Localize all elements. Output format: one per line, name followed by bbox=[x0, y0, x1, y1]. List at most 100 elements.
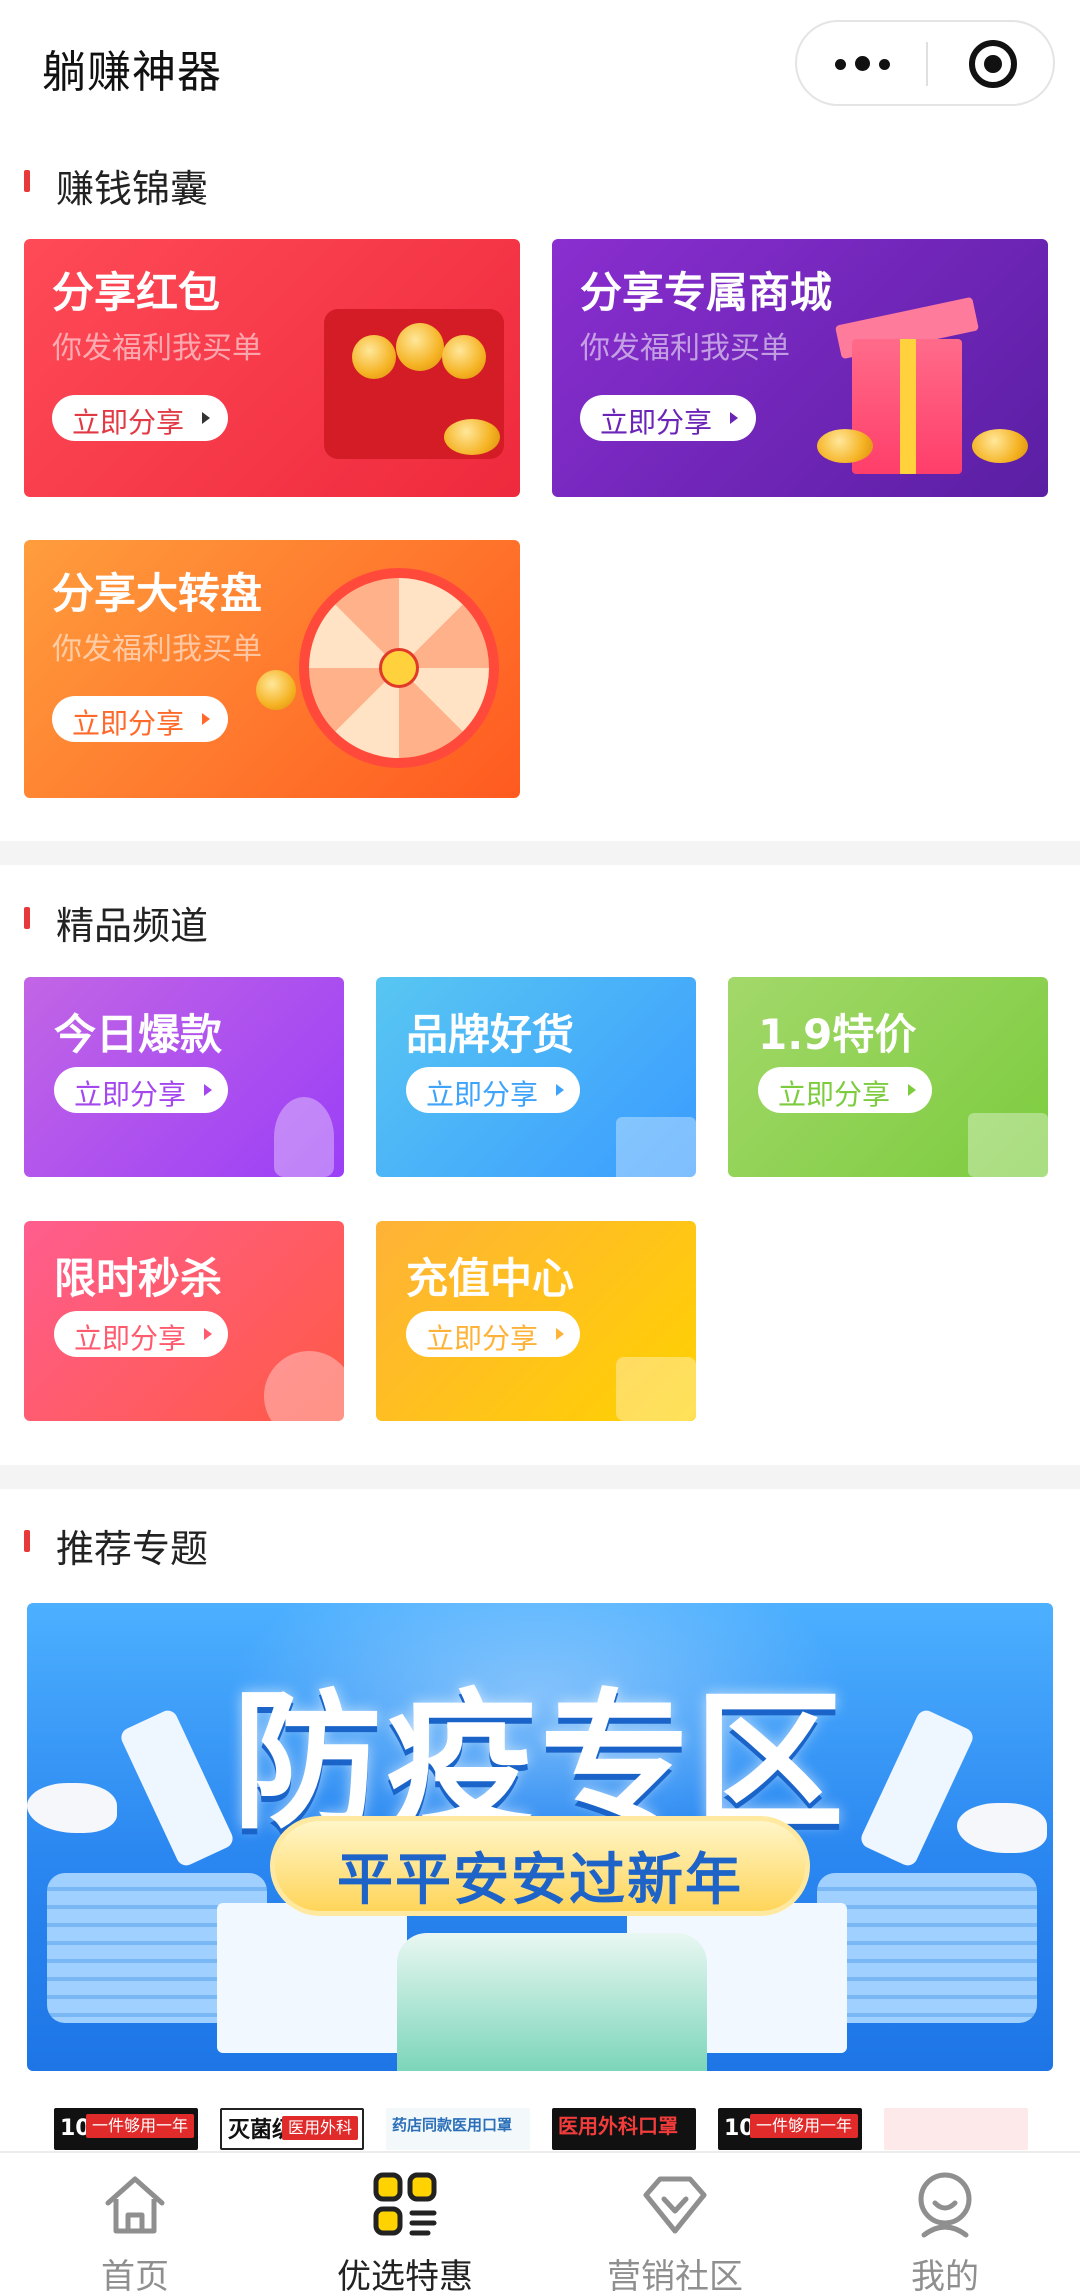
caret-right-icon bbox=[730, 412, 738, 424]
caret-right-icon bbox=[204, 1084, 212, 1096]
share-exclusive-mall-card[interactable]: 分享专属商城 你发福利我买单 立即分享 bbox=[552, 239, 1048, 497]
close-mini-program-icon[interactable] bbox=[969, 40, 1017, 88]
thumbnail-tag: 一件够用一年 bbox=[85, 2114, 194, 2138]
app-title: 躺赚神器 bbox=[42, 47, 222, 98]
card-subtitle: 你发福利我买单 bbox=[52, 331, 262, 366]
caret-right-icon bbox=[556, 1084, 564, 1096]
button-label: 立即分享 bbox=[74, 1078, 187, 1111]
channel-card-hot-today[interactable]: 今日爆款 立即分享 bbox=[24, 977, 344, 1177]
tab-label: 优选特惠 bbox=[337, 2257, 473, 2296]
coin-stack-icon bbox=[817, 429, 873, 463]
banner-slogan-pill: 平平安安过新年 bbox=[270, 1816, 810, 1916]
nav-bar: 躺赚神器 bbox=[0, 0, 1080, 130]
tab-home[interactable]: 首页 bbox=[0, 2153, 270, 2296]
section-title-text: 赚钱锦囊 bbox=[56, 167, 209, 211]
flame-icon bbox=[274, 1097, 334, 1177]
tab-marketing-community[interactable]: 营销社区 bbox=[540, 2153, 810, 2296]
coin-stack-icon bbox=[444, 419, 500, 455]
thumbnail-text: 药店同款医用口罩 bbox=[392, 2116, 513, 2134]
caret-right-icon bbox=[202, 713, 210, 725]
tab-label: 我的 bbox=[911, 2257, 979, 2296]
banner-slogan: 平平安安过新年 bbox=[337, 1848, 743, 1913]
card-title: 分享专属商城 bbox=[580, 268, 833, 317]
channel-card-flash-sale[interactable]: 限时秒杀 立即分享 bbox=[24, 1221, 344, 1421]
card-title: 分享大转盘 bbox=[52, 569, 263, 618]
caret-right-icon bbox=[204, 1328, 212, 1340]
coin-icon bbox=[442, 335, 486, 379]
card-title: 充值中心 bbox=[406, 1254, 575, 1303]
tab-label: 首页 bbox=[101, 2257, 169, 2296]
section-title-text: 推荐专题 bbox=[56, 1527, 209, 1571]
clock-icon bbox=[264, 1351, 344, 1421]
tab-featured-deals[interactable]: 优选特惠 bbox=[270, 2153, 540, 2296]
section-accent-bar bbox=[24, 907, 30, 929]
caret-right-icon bbox=[556, 1328, 564, 1340]
coin-stack-icon bbox=[972, 429, 1028, 463]
grid-list-icon bbox=[373, 2172, 437, 2236]
share-lucky-wheel-card[interactable]: 分享大转盘 你发福利我买单 立即分享 bbox=[24, 540, 520, 798]
diamond-icon bbox=[643, 2176, 707, 2234]
share-now-button[interactable]: 立即分享 bbox=[52, 696, 228, 742]
user-icon bbox=[918, 2172, 972, 2238]
channel-card-recharge-center[interactable]: 充值中心 立即分享 bbox=[376, 1221, 696, 1421]
coin-icon bbox=[256, 670, 296, 710]
thumbnail-text: 医用外科口罩 bbox=[558, 2114, 678, 2138]
card-title: 分享红包 bbox=[52, 268, 221, 317]
section-separator bbox=[0, 841, 1080, 865]
channel-card-special-price[interactable]: 1.9特价 立即分享 bbox=[728, 977, 1048, 1177]
caret-right-icon bbox=[908, 1084, 916, 1096]
card-subtitle: 你发福利我买单 bbox=[52, 632, 262, 667]
button-label: 立即分享 bbox=[426, 1322, 539, 1355]
button-label: 立即分享 bbox=[72, 707, 185, 740]
product-thumbnail[interactable]: 医用外科口罩 bbox=[552, 2108, 696, 2150]
share-now-button[interactable]: 立即分享 bbox=[406, 1311, 580, 1357]
more-icon[interactable] bbox=[835, 56, 891, 72]
section-title-text: 精品频道 bbox=[56, 904, 209, 948]
bottom-tab-bar: 首页 优选特惠 营销社区 我的 bbox=[0, 2151, 1080, 2296]
tab-mine[interactable]: 我的 bbox=[810, 2153, 1080, 2296]
thumbnail-tag: 一件够用一年 bbox=[749, 2114, 858, 2138]
share-now-button[interactable]: 立即分享 bbox=[54, 1067, 228, 1113]
share-now-button[interactable]: 立即分享 bbox=[406, 1067, 580, 1113]
button-label: 立即分享 bbox=[426, 1078, 539, 1111]
section-accent-bar bbox=[24, 170, 30, 192]
alcohol-wipes-illustration bbox=[397, 1933, 707, 2071]
card-subtitle: 你发福利我买单 bbox=[580, 331, 790, 366]
home-icon bbox=[105, 2176, 165, 2234]
card-title: 限时秒杀 bbox=[54, 1254, 223, 1303]
thumbnail-tag: 医用外科 bbox=[281, 2116, 358, 2140]
button-label: 立即分享 bbox=[778, 1078, 891, 1111]
share-now-button[interactable]: 立即分享 bbox=[52, 395, 228, 441]
wallet-icon bbox=[616, 1357, 696, 1421]
shopping-bag-icon bbox=[968, 1113, 1048, 1177]
product-thumbnail[interactable]: 100只 一件够用一年 bbox=[54, 2108, 198, 2150]
card-title: 品牌好货 bbox=[406, 1010, 575, 1059]
tab-label: 营销社区 bbox=[607, 2257, 743, 2296]
share-now-button[interactable]: 立即分享 bbox=[54, 1311, 228, 1357]
section-accent-bar bbox=[24, 1530, 30, 1552]
product-thumbnail[interactable]: 灭菌级 医用外科 bbox=[220, 2108, 364, 2150]
section-separator bbox=[0, 1465, 1080, 1489]
channel-card-brand-goods[interactable]: 品牌好货 立即分享 bbox=[376, 977, 696, 1177]
product-thumbnail[interactable] bbox=[884, 2108, 1028, 2150]
caret-right-icon bbox=[202, 412, 210, 424]
button-label: 立即分享 bbox=[74, 1322, 187, 1355]
share-red-packet-card[interactable]: 分享红包 你发福利我买单 立即分享 bbox=[24, 239, 520, 497]
face-mask-illustration bbox=[817, 1873, 1037, 2023]
button-label: 立即分享 bbox=[72, 406, 185, 439]
coin-icon bbox=[396, 323, 444, 371]
wipes-pack-illustration bbox=[217, 1903, 407, 2053]
wheel-center-icon bbox=[379, 648, 419, 688]
coin-icon bbox=[352, 335, 396, 379]
epidemic-prevention-banner[interactable]: 防疫专区 平平安安过新年 bbox=[27, 1603, 1053, 2071]
capsule-divider bbox=[926, 42, 928, 86]
share-now-button[interactable]: 立即分享 bbox=[580, 395, 756, 441]
card-title: 今日爆款 bbox=[54, 1010, 223, 1059]
product-thumbnail[interactable]: 药店同款医用口罩 bbox=[386, 2108, 530, 2150]
crown-icon bbox=[616, 1117, 696, 1177]
button-label: 立即分享 bbox=[600, 406, 713, 439]
share-now-button[interactable]: 立即分享 bbox=[758, 1067, 932, 1113]
product-thumbnail[interactable]: 100只 一件够用一年 bbox=[718, 2108, 862, 2150]
card-title: 1.9特价 bbox=[758, 1010, 917, 1059]
mini-program-capsule bbox=[795, 20, 1055, 106]
